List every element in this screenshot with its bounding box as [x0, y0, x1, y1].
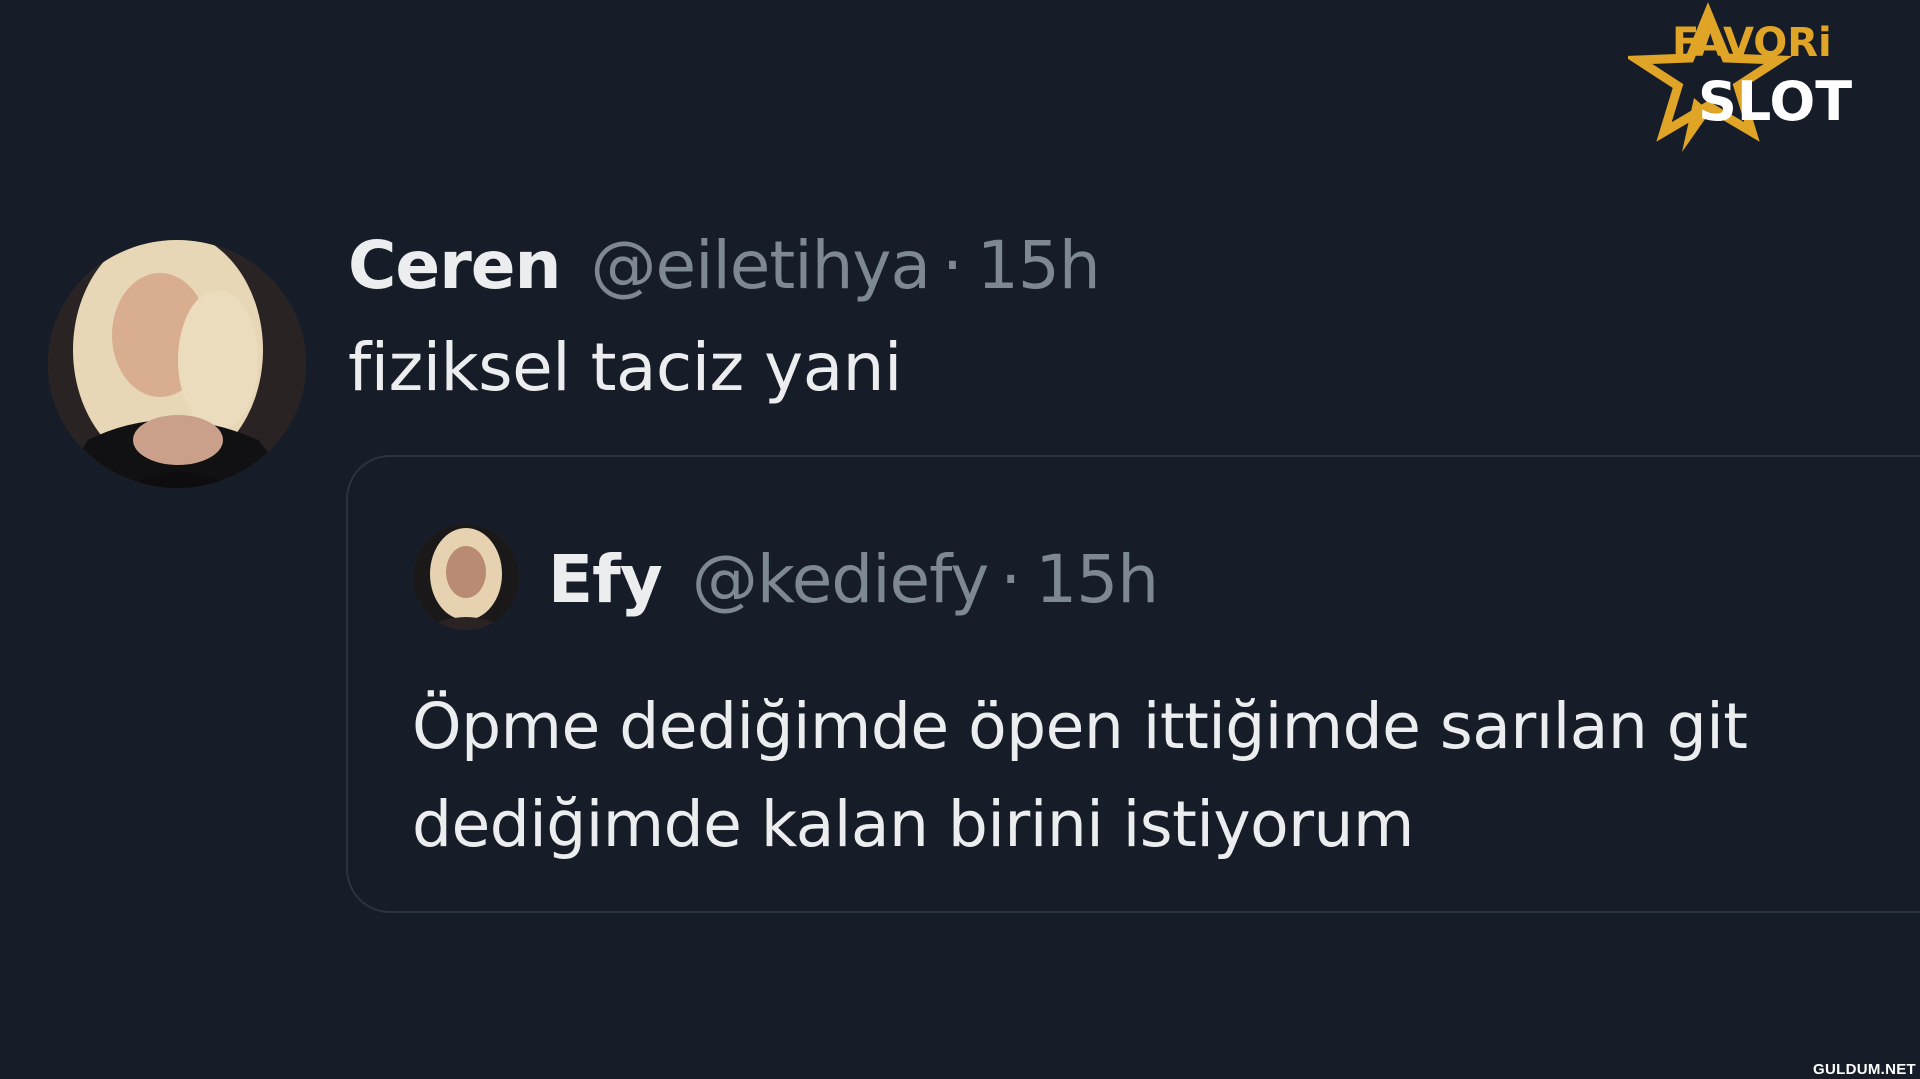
author-avatar[interactable] [48, 240, 306, 488]
quoted-author-handle[interactable]: @kediefy [692, 540, 989, 620]
avatar-photo [413, 524, 519, 630]
author-handle[interactable]: @eiletihya [591, 226, 931, 306]
quoted-tweet-time[interactable]: 15h [1035, 540, 1159, 620]
avatar-photo [48, 240, 306, 488]
tweet-header: Ceren @eiletihya · 15h [348, 226, 1101, 306]
author-name[interactable]: Ceren [348, 226, 561, 306]
separator-dot: · [941, 227, 963, 304]
watermark: GULDUM.NET [1813, 1061, 1916, 1078]
quoted-tweet-header: Efy @kediefy · 15h [548, 540, 1159, 620]
tweet-card: Ceren @eiletihya · 15h fiziksel taciz ya… [0, 0, 1920, 1079]
separator-dot: · [1000, 541, 1022, 618]
tweet-time[interactable]: 15h [977, 226, 1101, 306]
tweet-text: fiziksel taciz yani [348, 329, 902, 406]
quoted-author-name[interactable]: Efy [548, 540, 663, 620]
quoted-author-avatar[interactable] [413, 524, 519, 630]
quoted-tweet-text: Öpme dediğimde öpen ittiğimde sarılan gi… [412, 690, 1748, 861]
